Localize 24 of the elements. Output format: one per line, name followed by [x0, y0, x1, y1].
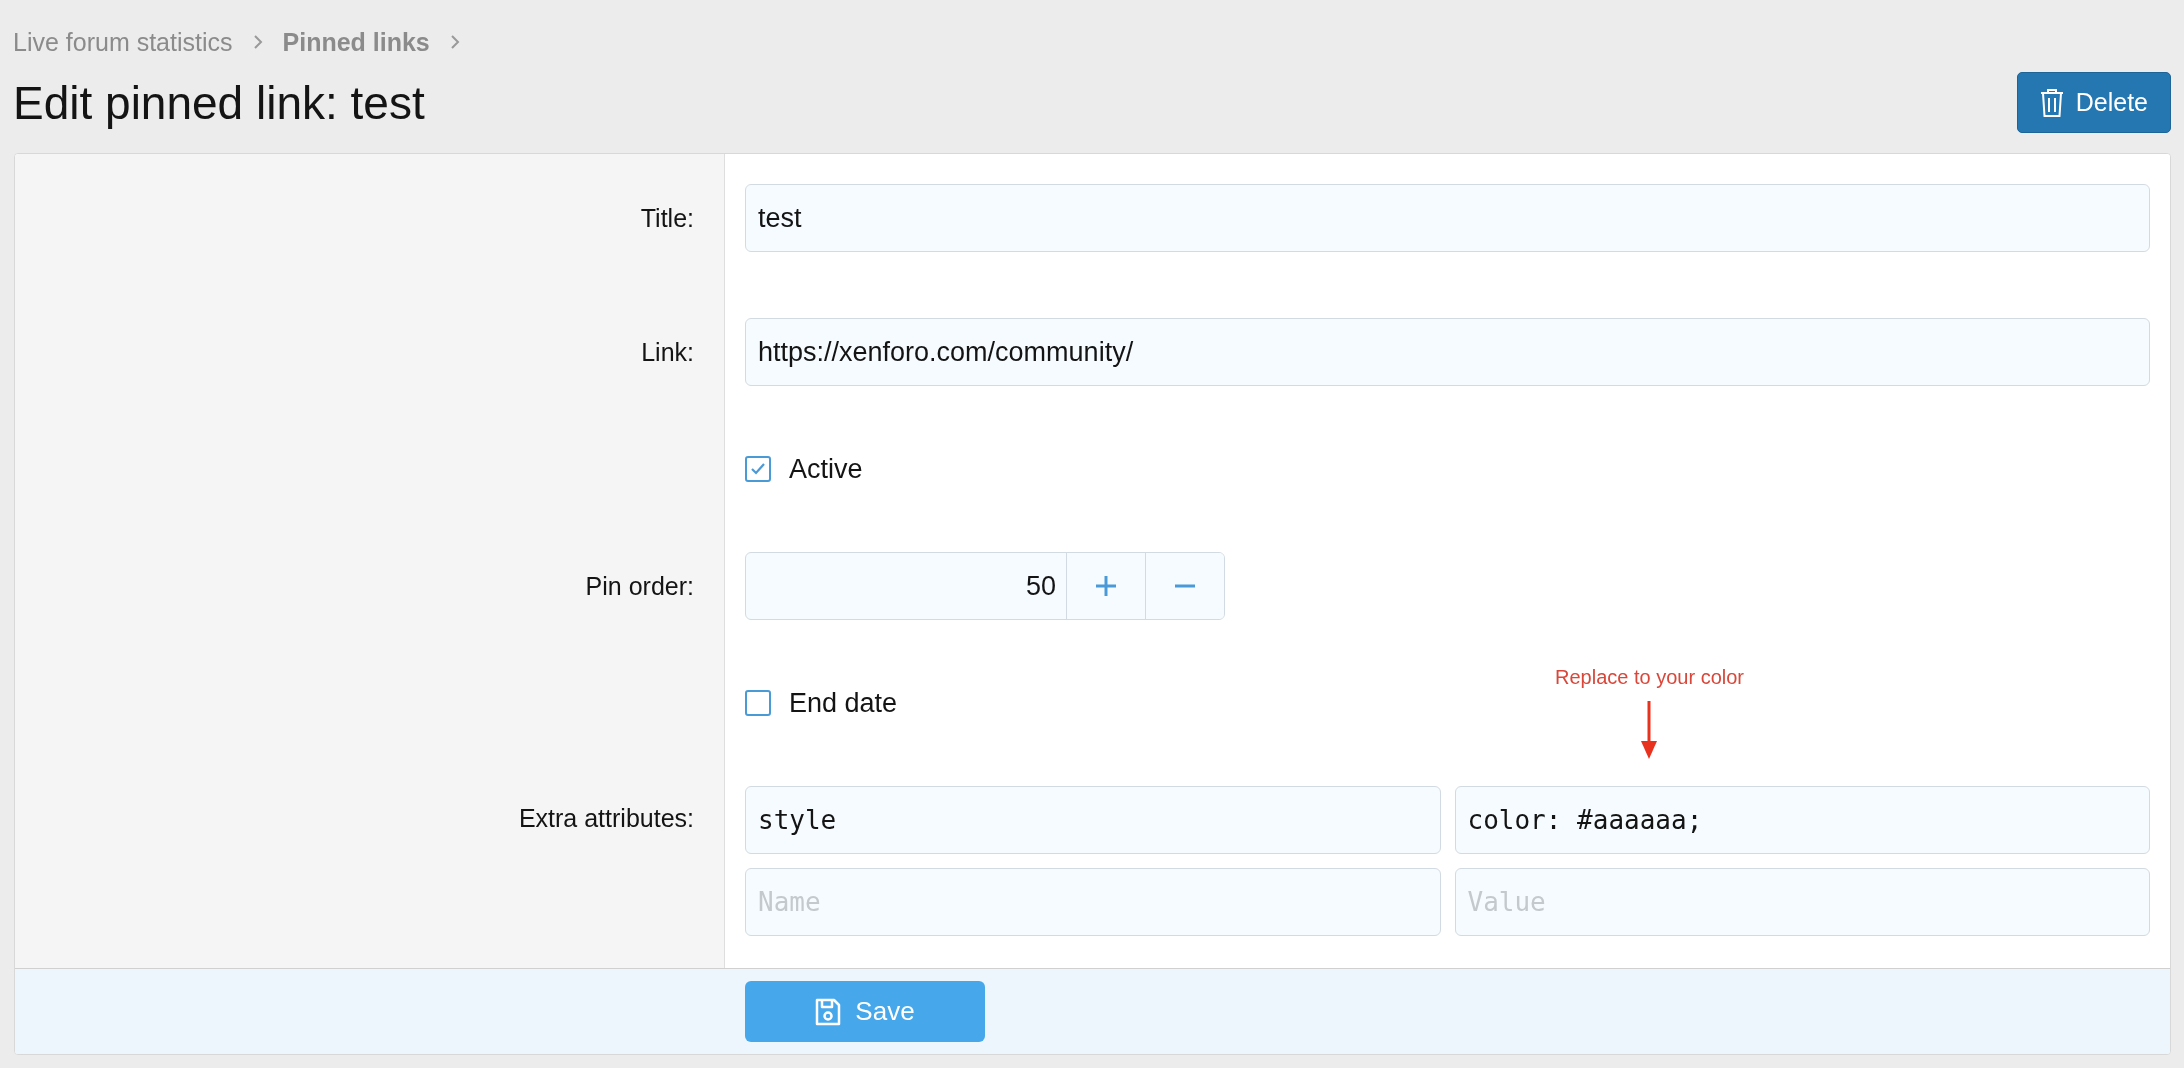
field-label: Link:: [641, 337, 694, 367]
number-field[interactable]: 50: [746, 553, 1066, 619]
floppy-disk-icon: [815, 997, 842, 1026]
checkbox-label: End date: [789, 687, 898, 719]
trash-icon: [2039, 87, 2064, 118]
plus-icon: [1095, 575, 1117, 597]
minus-icon: [1174, 584, 1196, 588]
checkbox[interactable]: [745, 456, 771, 482]
down-arrow-icon: [1641, 701, 1658, 759]
number-spinner[interactable]: 50: [745, 552, 1225, 620]
text-field[interactable]: test: [745, 184, 2150, 252]
field-label: Extra attributes:: [518, 804, 694, 833]
checkbox-label: Active: [789, 453, 863, 485]
value-field[interactable]: color: #aaaaaa;: [1454, 786, 2150, 854]
annotation-text: Replace to your color: [1555, 666, 1744, 689]
field-label: Pin order:: [585, 571, 694, 601]
checkbox[interactable]: [745, 690, 771, 716]
chevron-right-icon: [449, 34, 460, 50]
chevron-right-icon: [252, 34, 263, 50]
text-field[interactable]: https://xenforo.com/community/: [745, 318, 2150, 386]
page-title: Edit pinned link: test: [13, 75, 425, 130]
name-field[interactable]: style: [745, 786, 1441, 854]
field-label: Title:: [640, 203, 694, 233]
delete-button[interactable]: Delete: [2016, 72, 2171, 133]
